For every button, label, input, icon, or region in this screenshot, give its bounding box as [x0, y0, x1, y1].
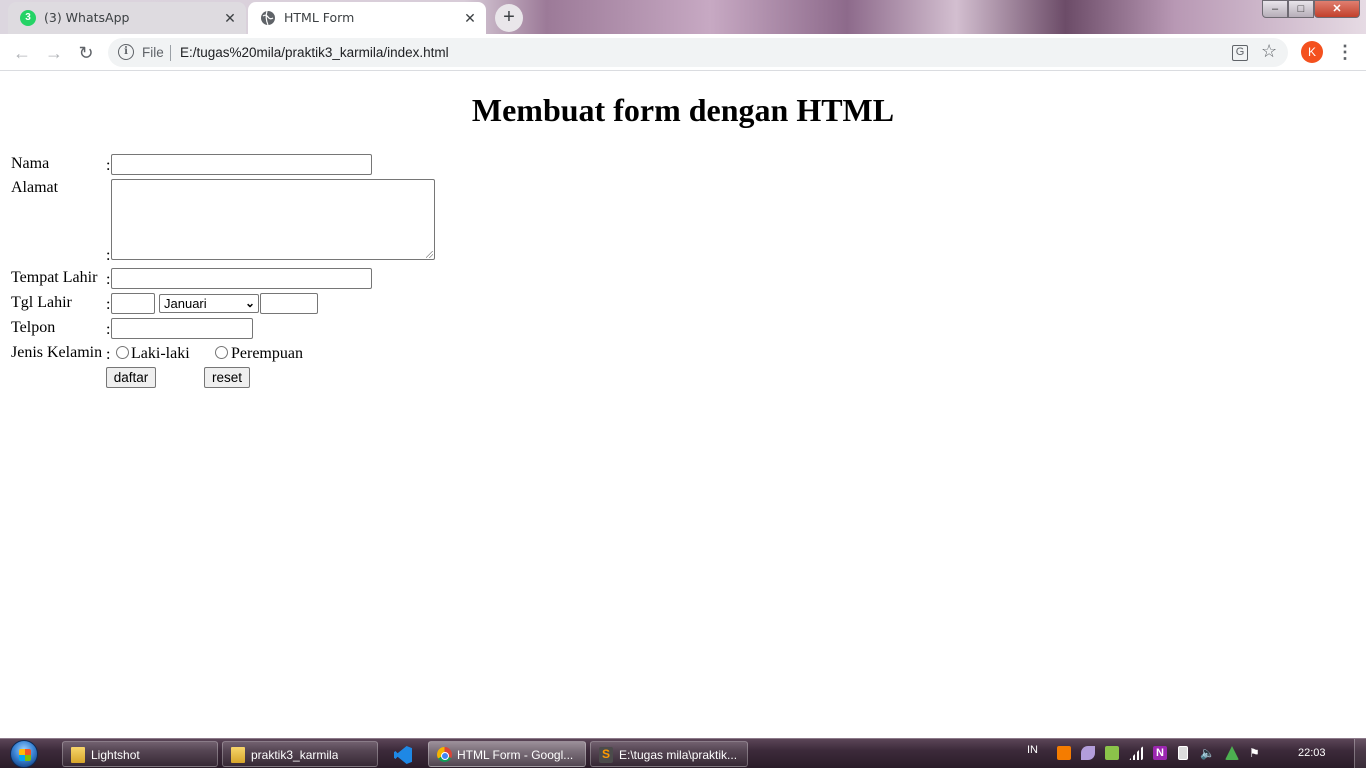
close-window-button[interactable]: ✕ [1314, 0, 1360, 18]
taskbar-item-label: praktik3_karmila [251, 748, 339, 762]
taskbar-item-sublime[interactable]: E:\tugas mila\praktik... [590, 741, 748, 767]
address-bar[interactable]: i File E:/tugas%20mila/praktik3_karmila/… [108, 38, 1288, 67]
colon: : [106, 271, 111, 288]
tab-html-form[interactable]: HTML Form ✕ [248, 2, 486, 34]
new-tab-button[interactable]: + [495, 4, 523, 32]
info-icon[interactable]: i [118, 44, 134, 60]
chrome-icon [437, 747, 452, 762]
start-button[interactable] [6, 739, 46, 768]
url-text[interactable]: E:/tugas%20mila/praktik3_karmila/index.h… [180, 45, 449, 60]
nama-input[interactable] [111, 154, 372, 175]
colon: : [106, 346, 111, 363]
taskbar-item-label: Lightshot [91, 748, 140, 762]
windows-taskbar: Lightshot praktik3_karmila HTML Form - G… [0, 738, 1366, 768]
scheme-label: File [142, 45, 164, 60]
bulan-selected-value: Januari [164, 296, 207, 311]
profile-avatar[interactable]: K [1301, 41, 1323, 63]
label-telpon: Telpon [11, 319, 56, 336]
globe-icon [260, 10, 276, 26]
taskbar-item-lightshot[interactable]: Lightshot [62, 741, 218, 767]
tahun-input[interactable] [260, 293, 318, 314]
tray-app-icon[interactable] [1057, 746, 1071, 760]
label-nama: Nama [11, 155, 50, 172]
bookmark-star-icon[interactable]: ☆ [1261, 41, 1277, 62]
radio-label-laki-laki: Laki-laki [131, 345, 190, 362]
taskbar-item-praktik3[interactable]: praktik3_karmila [222, 741, 378, 767]
back-arrow-icon[interactable]: ← [9, 40, 35, 66]
vscode-icon[interactable] [394, 746, 412, 764]
label-jenis-kelamin: Jenis Kelamin [11, 344, 103, 361]
alamat-textarea[interactable] [111, 179, 435, 260]
onenote-icon[interactable]: N [1153, 746, 1167, 760]
daftar-button[interactable]: daftar [106, 367, 156, 388]
show-desktop-button[interactable] [1354, 739, 1366, 768]
reset-button[interactable]: reset [204, 367, 250, 388]
radio-perempuan[interactable] [215, 346, 228, 359]
colon: : [106, 296, 111, 313]
folder-icon [71, 747, 85, 763]
feather-icon[interactable] [1081, 746, 1095, 760]
reload-icon[interactable]: ↻ [73, 40, 99, 66]
folder-icon [231, 747, 245, 763]
maximize-button[interactable]: □ [1288, 0, 1314, 18]
label-tempat-lahir: Tempat Lahir [11, 269, 98, 286]
page-content: Membuat form dengan HTML Nama : Alamat :… [0, 72, 1366, 738]
security-shield-icon[interactable] [1105, 746, 1119, 760]
forward-arrow-icon[interactable]: → [41, 40, 67, 66]
colon: : [106, 157, 111, 174]
battery-icon[interactable] [1178, 746, 1188, 760]
windows-start-icon [10, 740, 38, 768]
minimize-button[interactable]: – [1262, 0, 1288, 18]
radio-laki-laki[interactable] [116, 346, 129, 359]
tab-label: HTML Form [284, 10, 355, 25]
bulan-select[interactable]: Januari ⌄ [159, 294, 259, 313]
whatsapp-icon: 3 [20, 10, 36, 26]
colon: : [106, 321, 111, 338]
taskbar-item-label: E:\tugas mila\praktik... [619, 748, 738, 762]
page-title: Membuat form dengan HTML [471, 92, 895, 128]
browser-toolbar: ← → ↻ i File E:/tugas%20mila/praktik3_ka… [0, 34, 1366, 71]
translate-icon[interactable]: G [1232, 45, 1248, 61]
kebab-menu-icon[interactable]: ⋮ [1336, 40, 1354, 64]
close-tab-icon[interactable]: ✕ [222, 10, 238, 26]
signal-icon[interactable] [1129, 746, 1143, 760]
label-alamat: Alamat [11, 179, 59, 196]
radio-label-perempuan: Perempuan [231, 345, 303, 362]
tab-label: (3) WhatsApp [44, 10, 130, 25]
address-divider [170, 45, 171, 61]
drive-icon[interactable] [1225, 746, 1239, 760]
resize-handle[interactable] [426, 251, 433, 258]
telpon-input[interactable] [111, 318, 253, 339]
speaker-icon[interactable]: 🔈 [1200, 746, 1215, 760]
taskbar-item-chrome[interactable]: HTML Form - Googl... [428, 741, 586, 767]
colon: : [106, 247, 111, 264]
sublime-text-icon [599, 747, 613, 763]
tab-whatsapp[interactable]: 3 (3) WhatsApp ✕ [8, 2, 246, 34]
tanggal-input[interactable] [111, 293, 155, 314]
language-indicator[interactable]: IN [1027, 744, 1038, 756]
label-tgl-lahir: Tgl Lahir [11, 294, 72, 311]
browser-tab-strip: 3 (3) WhatsApp ✕ HTML Form ✕ + – □ ✕ [0, 0, 1366, 34]
taskbar-clock[interactable]: 22:03 [1298, 747, 1326, 759]
chevron-down-icon: ⌄ [244, 296, 255, 310]
taskbar-item-label: HTML Form - Googl... [457, 748, 574, 762]
action-center-flag-icon[interactable]: ⚑ [1249, 746, 1263, 760]
tempat-lahir-input[interactable] [111, 268, 372, 289]
close-tab-icon[interactable]: ✕ [462, 10, 478, 26]
